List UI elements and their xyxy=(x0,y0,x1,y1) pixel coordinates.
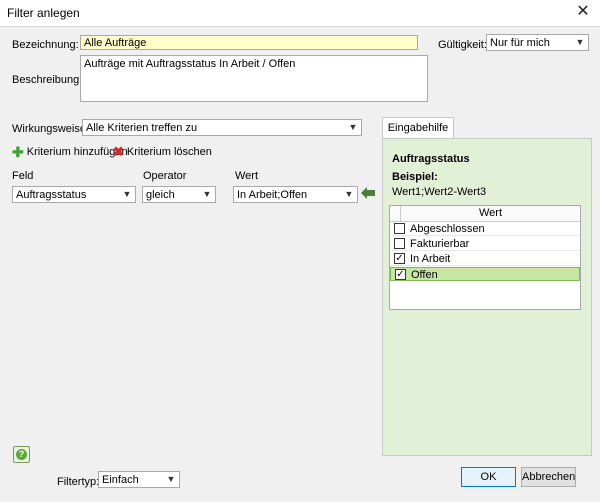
option-row-offen[interactable]: ✓ Offen xyxy=(390,267,580,281)
chevron-down-icon: ▼ xyxy=(202,189,212,199)
grid-column-header: Wert xyxy=(478,207,503,219)
wirkungsweise-select[interactable]: Alle Kriterien treffen zu ▼ xyxy=(82,119,362,136)
help-button[interactable]: ? xyxy=(13,446,30,463)
arrow-left-icon xyxy=(361,187,375,199)
close-icon: ✕ xyxy=(576,3,590,20)
checkbox-checked[interactable]: ✓ xyxy=(394,253,405,264)
field-column-header: Feld xyxy=(12,170,34,182)
apply-value-button[interactable] xyxy=(361,187,375,199)
window-title: Filter anlegen xyxy=(7,6,80,20)
option-row-in-arbeit[interactable]: ✓ In Arbeit xyxy=(390,252,580,266)
cancel-button[interactable]: Abbrechen xyxy=(521,467,576,487)
field-select[interactable]: Auftragsstatus ▼ xyxy=(12,186,136,203)
option-row-fakturierbar[interactable]: Fakturierbar xyxy=(390,237,580,251)
bezeichnung-input[interactable]: Alle Aufträge xyxy=(80,35,418,50)
helper-example-label: Beispiel: xyxy=(392,171,438,183)
title-bar: Filter anlegen ✕ xyxy=(0,0,600,26)
operator-value: gleich xyxy=(146,189,175,201)
chevron-down-icon: ▼ xyxy=(575,37,585,47)
question-icon: ? xyxy=(16,449,27,460)
beschreibung-label: Beschreibung: xyxy=(12,74,83,86)
gueltigkeit-label: Gültigkeit: xyxy=(438,39,487,51)
option-label: Offen xyxy=(411,269,438,281)
checkbox[interactable] xyxy=(394,238,405,249)
close-button[interactable]: ✕ xyxy=(570,2,596,24)
operator-select[interactable]: gleich ▼ xyxy=(142,186,216,203)
gueltigkeit-value: Nur für mich xyxy=(490,37,550,49)
bezeichnung-label: Bezeichnung: xyxy=(12,39,79,51)
option-label: Abgeschlossen xyxy=(410,223,485,235)
field-value: Auftragsstatus xyxy=(16,189,87,201)
value-value: In Arbeit;Offen xyxy=(237,189,308,201)
option-row-abgeschlossen[interactable]: Abgeschlossen xyxy=(390,222,580,236)
delete-criterion-button[interactable]: ✖ Kriterium löschen xyxy=(113,144,212,159)
delete-criterion-label: Kriterium löschen xyxy=(126,146,212,158)
helper-example-value: Wert1;Wert2-Wert3 xyxy=(392,186,487,198)
value-column-header: Wert xyxy=(235,170,259,182)
chevron-down-icon: ▼ xyxy=(166,474,176,484)
helper-heading: Auftragsstatus xyxy=(392,153,470,165)
grid-header: Wert xyxy=(390,206,580,222)
wirkungsweise-value: Alle Kriterien treffen zu xyxy=(86,122,198,134)
operator-column-header: Operator xyxy=(143,170,187,182)
ok-button[interactable]: OK xyxy=(461,467,516,487)
value-select[interactable]: In Arbeit;Offen ▼ xyxy=(233,186,358,203)
option-label: In Arbeit xyxy=(410,253,451,265)
chevron-down-icon: ▼ xyxy=(344,189,354,199)
filtertyp-label: Filtertyp: xyxy=(57,476,100,488)
chevron-down-icon: ▼ xyxy=(348,122,358,132)
option-label: Fakturierbar xyxy=(410,238,470,250)
chevron-down-icon: ▼ xyxy=(122,189,132,199)
plus-icon: ✚ xyxy=(12,144,24,160)
x-icon: ✖ xyxy=(113,144,124,159)
wirkungsweise-label: Wirkungsweise: xyxy=(12,123,90,135)
tab-eingabehilfe[interactable]: Eingabehilfe xyxy=(382,117,454,138)
filtertyp-select[interactable]: Einfach ▼ xyxy=(98,471,180,488)
gueltigkeit-select[interactable]: Nur für mich ▼ xyxy=(486,34,589,51)
beschreibung-textarea[interactable]: Aufträge mit Auftragsstatus In Arbeit / … xyxy=(80,55,428,102)
value-options-grid: Wert Abgeschlossen Fakturierbar ✓ In Arb… xyxy=(389,205,581,310)
checkbox[interactable] xyxy=(394,223,405,234)
add-criterion-button[interactable]: ✚ Kriterium hinzufügen xyxy=(12,144,128,160)
grid-header-gutter xyxy=(390,206,401,222)
filtertyp-value: Einfach xyxy=(102,474,139,486)
checkbox-checked[interactable]: ✓ xyxy=(395,269,406,280)
